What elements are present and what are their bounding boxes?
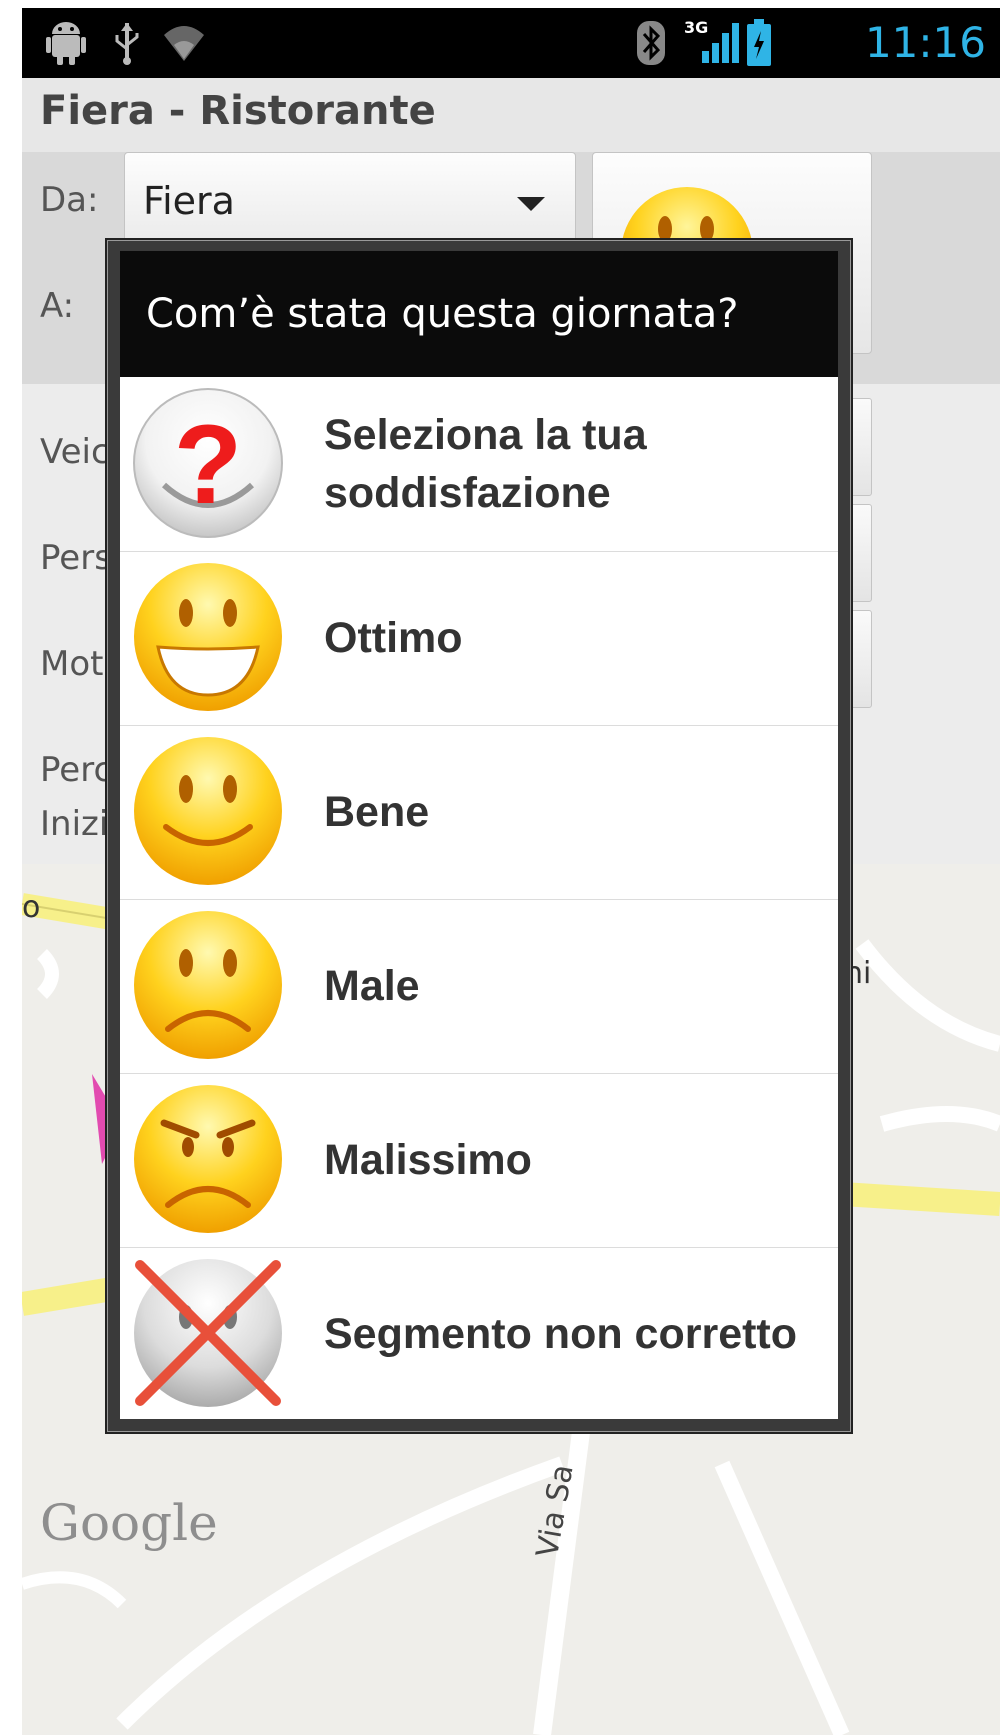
network-type-label: 3G [684,18,709,37]
map-label-fragment: o [22,890,41,925]
google-logo: Google [40,1494,218,1552]
android-icon [46,18,86,68]
list-item-label: Ottimo [324,614,463,662]
battery-icon [746,18,772,68]
motive-label: Moti [40,644,113,684]
list-item-label: Segmento non corretto [324,1310,798,1358]
list-item-label: Male [324,962,420,1010]
screen: 3G 11:16 Fiera - Ristorante Da: Fiera A:… [22,8,1000,1735]
wifi-icon [162,18,206,68]
app-title: Fiera - Ristorante [40,88,436,134]
angry-face-icon [134,1085,282,1233]
chevron-down-icon [517,197,545,211]
from-spinner[interactable]: Fiera [124,152,576,254]
satisfaction-dialog: Com’è stata questa giornata? ? Seleziona… [107,240,851,1432]
status-bar: 3G 11:16 [22,8,1000,78]
big-smile-face-icon [134,563,282,711]
signal-icon: 3G [684,18,744,68]
list-item-ottimo[interactable]: Ottimo [120,551,838,726]
status-clock: 11:16 [864,18,986,67]
svg-text:?: ? [174,402,242,527]
list-item-label: Bene [324,788,430,836]
crossed-face-icon [134,1259,282,1407]
list-item-label: Seleziona la tua soddisfazione [324,411,647,517]
start-label: Inizi [40,804,109,844]
persons-label: Pers [40,538,112,578]
sad-face-icon [134,911,282,1059]
from-spinner-value: Fiera [143,179,235,223]
smile-face-icon [134,737,282,885]
vehicle-label: Veic [40,432,110,472]
dialog-list: ? Seleziona la tua soddisfazione Ottimo [120,377,838,1419]
question-face-icon: ? [133,388,283,538]
list-item-segmento-non-corretto[interactable]: Segmento non corretto [120,1247,838,1421]
list-item-male[interactable]: Male [120,899,838,1074]
app-title-bar: Fiera - Ristorante [22,78,1000,152]
from-label: Da: [40,180,99,220]
bluetooth-icon [636,18,666,68]
dialog-title: Com’è stata questa giornata? [120,251,838,377]
list-item-label: Malissimo [324,1136,532,1184]
route-label: Perc [40,750,113,790]
list-item-select[interactable]: ? Seleziona la tua soddisfazione [120,377,838,552]
to-label: A: [40,286,75,326]
list-item-bene[interactable]: Bene [120,725,838,900]
list-item-malissimo[interactable]: Malissimo [120,1073,838,1248]
usb-icon [112,18,142,68]
